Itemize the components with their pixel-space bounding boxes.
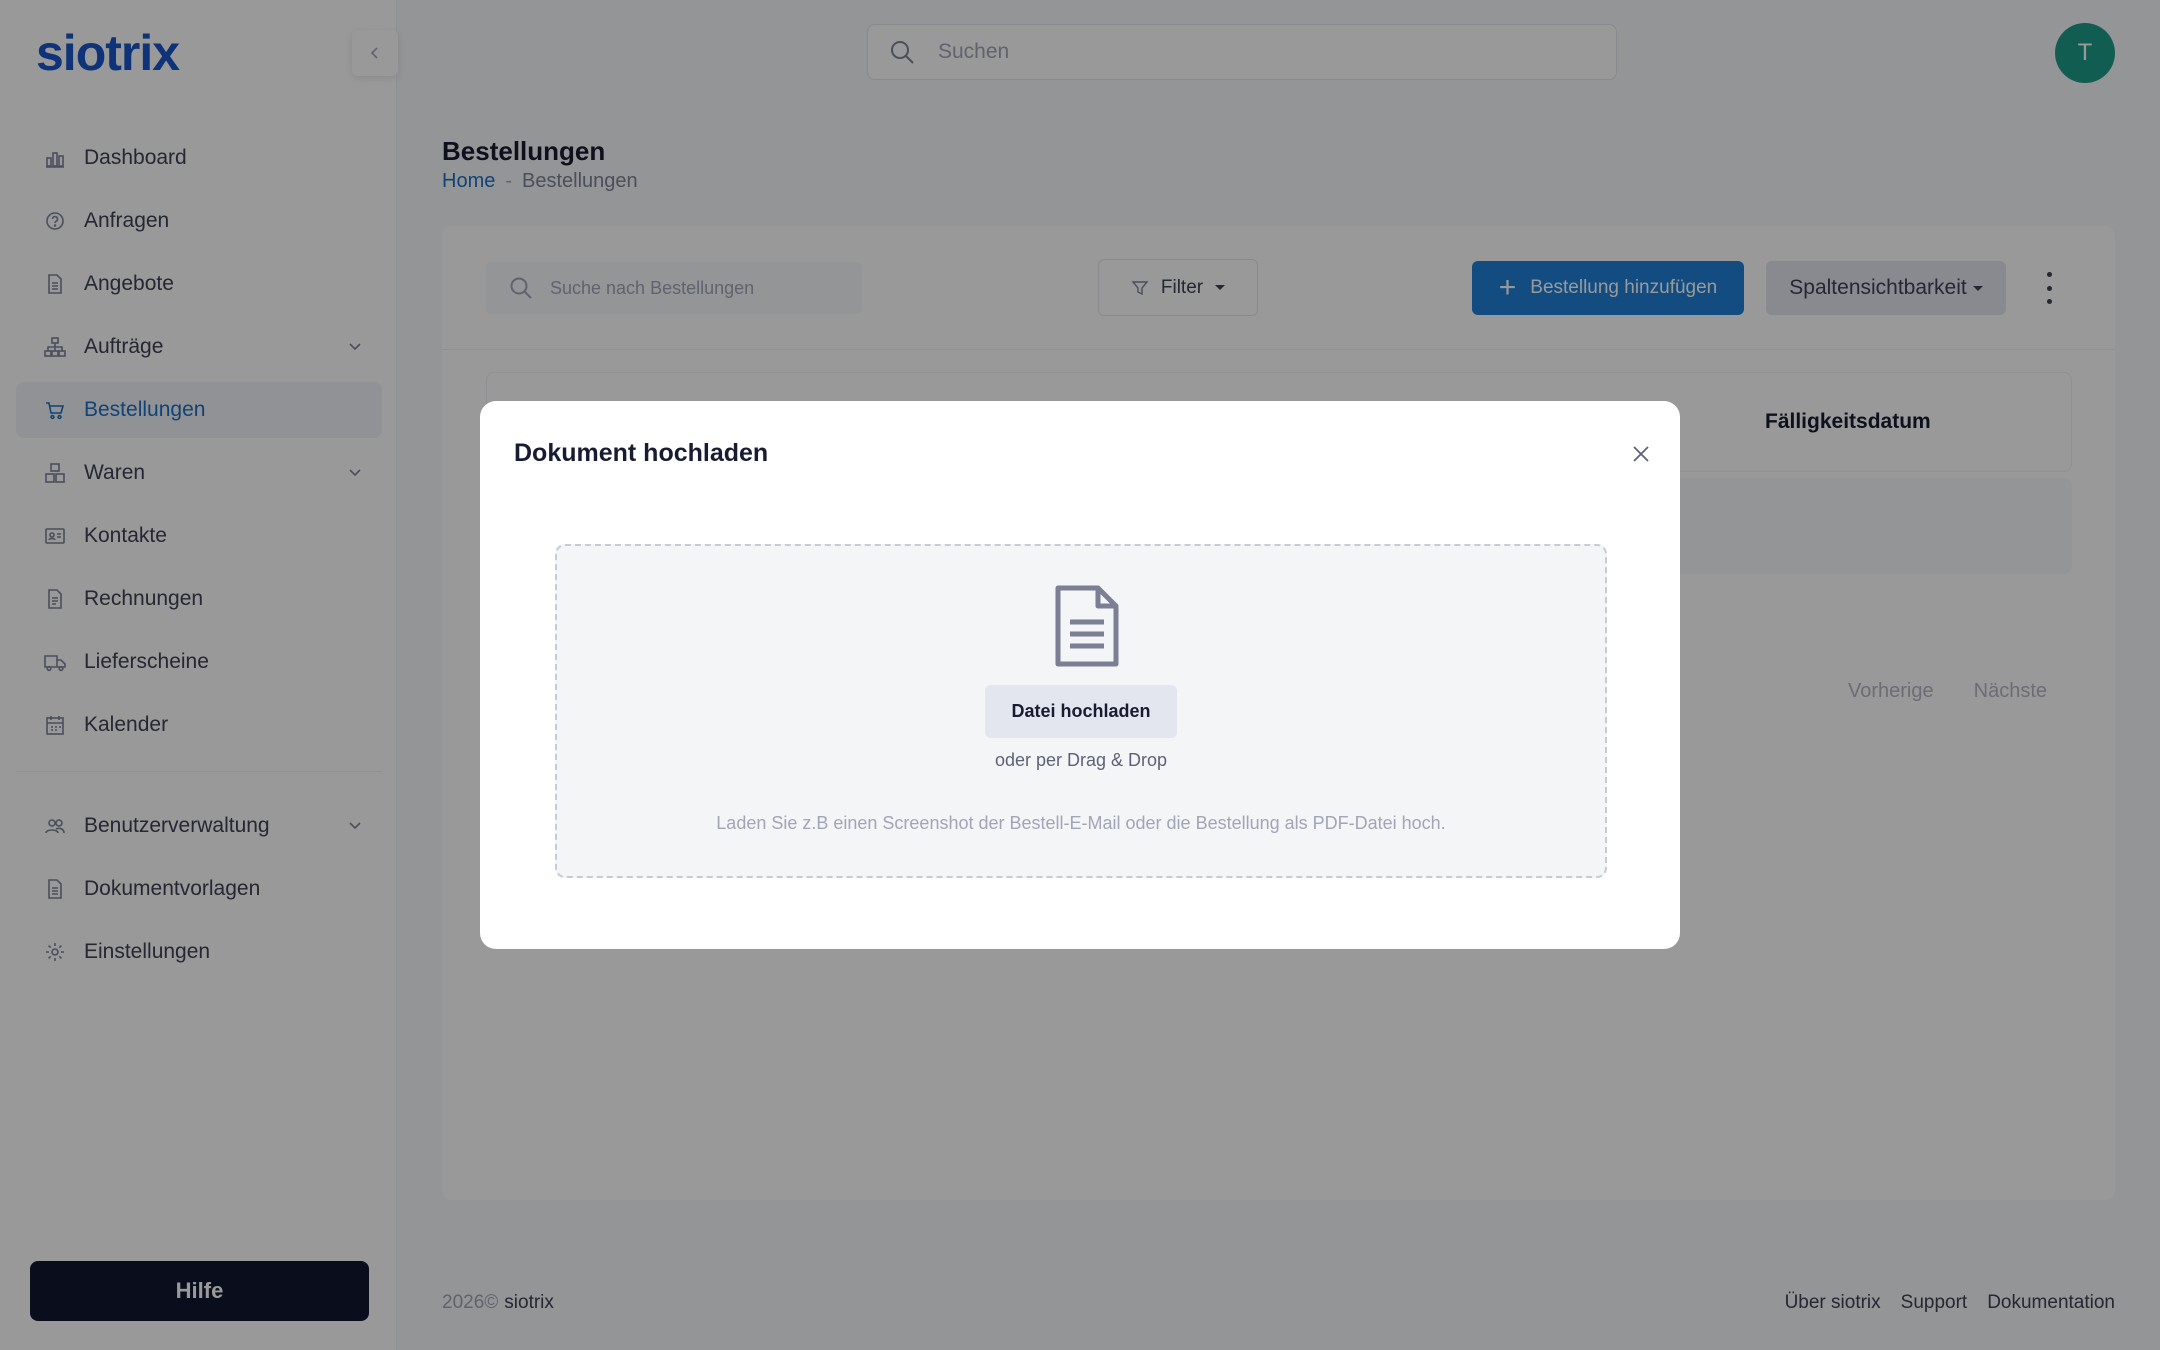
- modal-title: Dokument hochladen: [514, 439, 769, 467]
- upload-document-modal: Dokument hochladen Datei hochladen oder …: [480, 401, 1680, 949]
- document-icon: [1055, 585, 1119, 667]
- upload-file-button[interactable]: Datei hochladen: [985, 685, 1177, 738]
- close-icon[interactable]: [1630, 443, 1652, 465]
- upload-hint-text: Laden Sie z.B einen Screenshot der Beste…: [716, 813, 1446, 833]
- drag-drop-text: oder per Drag & Drop: [994, 750, 1168, 770]
- file-dropzone[interactable]: Datei hochladen oder per Drag & Drop Lad…: [555, 544, 1607, 878]
